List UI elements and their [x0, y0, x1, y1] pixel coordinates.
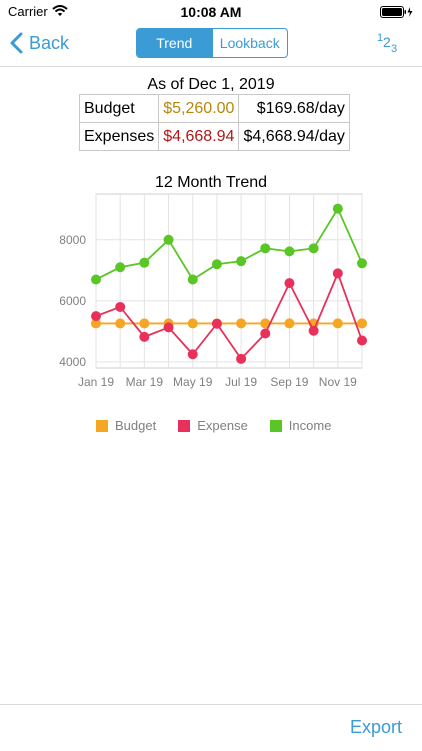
status-bar: Carrier 10:08 AM [0, 0, 422, 24]
as-of-date: As of Dec 1, 2019 [147, 76, 275, 93]
status-time: 10:08 AM [180, 4, 242, 20]
legend-item-expense: Expense [178, 418, 248, 433]
income-point [260, 243, 271, 254]
income-line [95, 206, 363, 281]
y-tick-label: 8000 [59, 233, 86, 247]
income-point [115, 262, 126, 273]
back-button[interactable]: Back [10, 32, 69, 54]
segment-lookback[interactable]: Lookback [211, 29, 288, 57]
segment-trend[interactable]: Trend [137, 29, 212, 57]
budget-amount: $5,260.00 [158, 94, 240, 123]
chevron-left-icon [10, 32, 23, 54]
expenses-amount: $4,668.94 [158, 122, 240, 151]
legend-item-budget: Budget [96, 418, 156, 433]
x-tick-label: May 19 [173, 375, 213, 389]
y-tick-label: 4000 [59, 355, 86, 369]
legend-item-income: Income [269, 418, 332, 433]
x-tick-label: Mar 19 [126, 375, 164, 389]
summary-row-expenses: Expenses $4,668.94 $4,668.94/day [78, 122, 350, 151]
income-point [187, 274, 198, 285]
export-button[interactable]: Export [350, 717, 402, 738]
income-point [236, 256, 247, 267]
x-tick-label: Nov 19 [319, 375, 357, 389]
income-point [91, 274, 101, 285]
expenses-label: Expenses [78, 122, 160, 151]
income-point [163, 234, 174, 245]
income-point [332, 203, 343, 214]
legend-swatch-expense [178, 419, 191, 432]
bottom-toolbar: Export [0, 704, 422, 751]
expense-point [163, 322, 174, 333]
expense-point [260, 328, 271, 339]
budget-point [284, 318, 295, 329]
summary-row-budget: Budget $5,260.00 $169.68/day [78, 94, 350, 123]
expense-point [308, 325, 319, 336]
numbers-icon-2: 2 [383, 34, 391, 50]
expense-point [332, 268, 343, 279]
budget-point [357, 318, 367, 329]
expense-point [284, 278, 295, 289]
expense-point [139, 331, 150, 342]
view-segmented-control: Trend Lookback [136, 28, 288, 58]
income-point [284, 246, 295, 257]
budget-point [236, 318, 247, 329]
expense-point [236, 353, 247, 364]
back-label: Back [29, 32, 70, 53]
x-tick-label: Jan 19 [78, 375, 114, 389]
expense-point [211, 318, 222, 329]
budget-point [187, 318, 198, 329]
legend-swatch-income [269, 419, 282, 432]
budget-point [332, 318, 343, 329]
legend-label-income: Income [288, 418, 332, 433]
legend-swatch-budget [96, 419, 108, 432]
battery-icon [380, 5, 414, 23]
legend-label-budget: Budget [115, 418, 157, 433]
legend-label-expense: Expense [197, 418, 248, 433]
budget-point [139, 318, 150, 329]
x-tick-label: Sep 19 [270, 375, 308, 389]
y-tick-label: 6000 [59, 294, 86, 308]
numbers-icon: 1 2 3 [377, 32, 397, 55]
expenses-per-day: $4,668.94/day [238, 122, 350, 151]
nav-bar: Back Trend Lookback 1 2 3 [0, 24, 422, 67]
budget-per-day: $169.68/day [238, 94, 350, 123]
x-tick-label: Jul 19 [225, 375, 257, 389]
income-point [357, 258, 367, 269]
income-point [139, 257, 150, 268]
numbers-icon-3: 3 [391, 43, 397, 55]
expense-line [95, 270, 363, 361]
expense-point [357, 335, 367, 346]
income-point [211, 259, 222, 270]
summary-table: Budget $5,260.00 $169.68/day Expenses $4… [78, 94, 350, 151]
chart-legend: Budget Expense Income [96, 418, 353, 433]
expense-point [187, 349, 198, 360]
budget-label: Budget [78, 94, 160, 123]
budget-point [115, 318, 126, 329]
expense-point [91, 311, 101, 322]
expense-point [115, 301, 126, 312]
numbers-button[interactable]: 1 2 3 [374, 30, 400, 61]
trend-chart: 4000 6000 8000 Jan 19 Mar 19 May 19 Jul 19 Sep … [59, 193, 367, 389]
income-point [308, 243, 319, 254]
